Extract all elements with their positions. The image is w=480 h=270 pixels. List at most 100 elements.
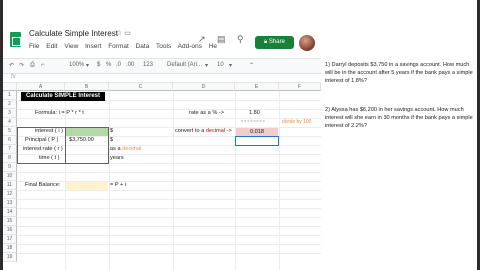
grid-line xyxy=(17,235,321,236)
menu-tools[interactable]: Tools xyxy=(156,43,171,50)
final-formula: = P + i xyxy=(110,182,127,188)
grid-line xyxy=(17,226,321,227)
grid-line xyxy=(17,217,321,218)
sheets-app: Calculate Simple Interest ☆ ▭ File Edit … xyxy=(3,20,321,270)
star-icon[interactable]: ☆ ▭ xyxy=(116,29,131,37)
row-header[interactable]: 14 xyxy=(3,208,17,217)
decimal-value-cell[interactable]: 0.018 xyxy=(236,128,278,136)
convert-label[interactable]: convert to a decimal -> xyxy=(175,127,232,136)
menu-view[interactable]: View xyxy=(64,43,78,50)
placeholder-marks: x x x x x x x x xyxy=(241,118,265,123)
grid-line xyxy=(17,118,321,119)
row-header[interactable]: 5 xyxy=(3,127,17,136)
font-select[interactable]: Default (Ari... xyxy=(167,62,202,68)
font-chevron-down-icon[interactable]: ▾ xyxy=(205,62,208,69)
principal-label[interactable]: Principal ( P ) xyxy=(25,136,58,145)
selected-cell[interactable] xyxy=(235,136,279,146)
redo-icon[interactable]: ↷ xyxy=(19,62,24,69)
sheets-logo-icon[interactable] xyxy=(10,32,21,47)
fx-icon: fx xyxy=(11,74,16,80)
undo-icon[interactable]: ↶ xyxy=(9,62,14,69)
size-chevron-down-icon[interactable]: ▾ xyxy=(229,62,232,69)
grid-line xyxy=(17,244,321,245)
formula-bar[interactable]: fx xyxy=(3,74,321,83)
increase-decimal-button[interactable]: .00 xyxy=(126,62,134,68)
questions-panel: 1) Darryl deposits $3,750 in a savings a… xyxy=(321,20,477,270)
rate-hint-decimal: decimal xyxy=(122,146,142,152)
convert-decimal-word: decimal xyxy=(205,128,226,134)
history-icon[interactable]: ↗ xyxy=(198,34,206,45)
grid-line xyxy=(17,190,321,191)
time-label[interactable]: time ( t ) xyxy=(39,154,60,163)
rate-hint: as a decimal xyxy=(110,145,141,154)
grid-line xyxy=(17,253,321,254)
row-header[interactable]: 13 xyxy=(3,199,17,208)
convert-prefix: convert to a xyxy=(175,128,206,134)
formula-text[interactable]: Formula: i = P * r * t xyxy=(35,109,84,118)
menu-insert[interactable]: Insert xyxy=(85,43,101,50)
value-column-border xyxy=(65,127,109,164)
question-1: 1) Darryl deposits $3,750 in a savings a… xyxy=(325,62,473,84)
row-header[interactable]: 7 xyxy=(3,145,17,154)
avatar[interactable] xyxy=(299,35,315,51)
grid-line xyxy=(17,208,321,209)
column-header-f[interactable]: F xyxy=(279,83,321,91)
print-icon[interactable]: ⎙ xyxy=(30,62,35,69)
row-header[interactable]: 4 xyxy=(3,118,17,127)
menu-data[interactable]: Data xyxy=(136,43,150,50)
menu-help[interactable]: He xyxy=(209,43,217,50)
convert-arrow: -> xyxy=(225,128,232,134)
row-header[interactable]: 15 xyxy=(3,217,17,226)
toolbar: ↶ ↷ ⎙ ⌐ 100% ▾ $ % .0 .00 123 Default (A… xyxy=(3,58,321,74)
font-size-select[interactable]: 10 xyxy=(217,62,224,68)
row-header[interactable]: 12 xyxy=(3,190,17,199)
select-all-corner[interactable] xyxy=(3,83,17,91)
row-header[interactable]: 3 xyxy=(3,109,17,118)
row-header[interactable]: 9 xyxy=(3,163,17,172)
final-balance-cell[interactable] xyxy=(66,182,108,190)
collapse-chevron-up-icon[interactable]: ⌃ xyxy=(249,62,254,69)
row-header[interactable]: 6 xyxy=(3,136,17,145)
more-formats-button[interactable]: 123 xyxy=(143,62,153,68)
menu-file[interactable]: File xyxy=(29,43,39,50)
menu-format[interactable]: Format xyxy=(108,43,129,50)
lock-icon[interactable]: ⚲ xyxy=(237,34,244,45)
final-balance-label[interactable]: Final Balance: xyxy=(25,181,60,190)
years-unit: years xyxy=(110,155,124,161)
column-header-a[interactable]: A xyxy=(17,83,65,91)
menu-edit[interactable]: Edit xyxy=(46,43,57,50)
share-lock-icon: 🔒︎ xyxy=(264,39,268,45)
column-header-e[interactable]: E xyxy=(235,83,279,91)
decrease-decimal-button[interactable]: .0 xyxy=(116,62,121,68)
row-header[interactable]: 2 xyxy=(3,100,17,109)
column-header-c[interactable]: C xyxy=(109,83,173,91)
row-header[interactable]: 8 xyxy=(3,154,17,163)
comment-icon[interactable]: ▤ xyxy=(217,34,226,45)
paint-format-icon[interactable]: ⌐ xyxy=(41,62,45,68)
row-header[interactable]: 18 xyxy=(3,244,17,253)
interest-label[interactable]: interest ( i ) xyxy=(35,127,63,136)
grid-line xyxy=(17,181,321,182)
percent-format-button[interactable]: % xyxy=(106,62,111,68)
divide-hint: divide by 100 xyxy=(282,119,312,125)
row-header[interactable]: 19 xyxy=(3,253,17,262)
rate-hint-prefix: as a xyxy=(110,146,123,152)
zoom-select[interactable]: 100% xyxy=(69,62,84,68)
column-header-b[interactable]: B xyxy=(65,83,109,91)
row-header[interactable]: 10 xyxy=(3,172,17,181)
currency-format-button[interactable]: $ xyxy=(97,62,100,68)
sheet-title-cell[interactable]: Calculate SIMPLE Interest xyxy=(21,92,105,101)
column-header-d[interactable]: D xyxy=(173,83,235,91)
principal-dollar-sign: $ xyxy=(110,137,114,143)
row-header[interactable]: 1 xyxy=(3,91,17,100)
rate-percent-label[interactable]: rate as a % -> xyxy=(189,109,224,118)
document-title[interactable]: Calculate Simple Interest xyxy=(29,29,118,38)
rate-label[interactable]: interest rate ( r ) xyxy=(23,145,63,154)
share-label: Share xyxy=(268,39,285,45)
row-header[interactable]: 17 xyxy=(3,235,17,244)
row-header[interactable]: 16 xyxy=(3,226,17,235)
zoom-chevron-down-icon[interactable]: ▾ xyxy=(86,62,89,69)
row-header[interactable]: 11 xyxy=(3,181,17,190)
menu-bar: File Edit View Insert Format Data Tools … xyxy=(29,43,222,50)
share-button[interactable]: 🔒︎ Share xyxy=(255,36,294,49)
